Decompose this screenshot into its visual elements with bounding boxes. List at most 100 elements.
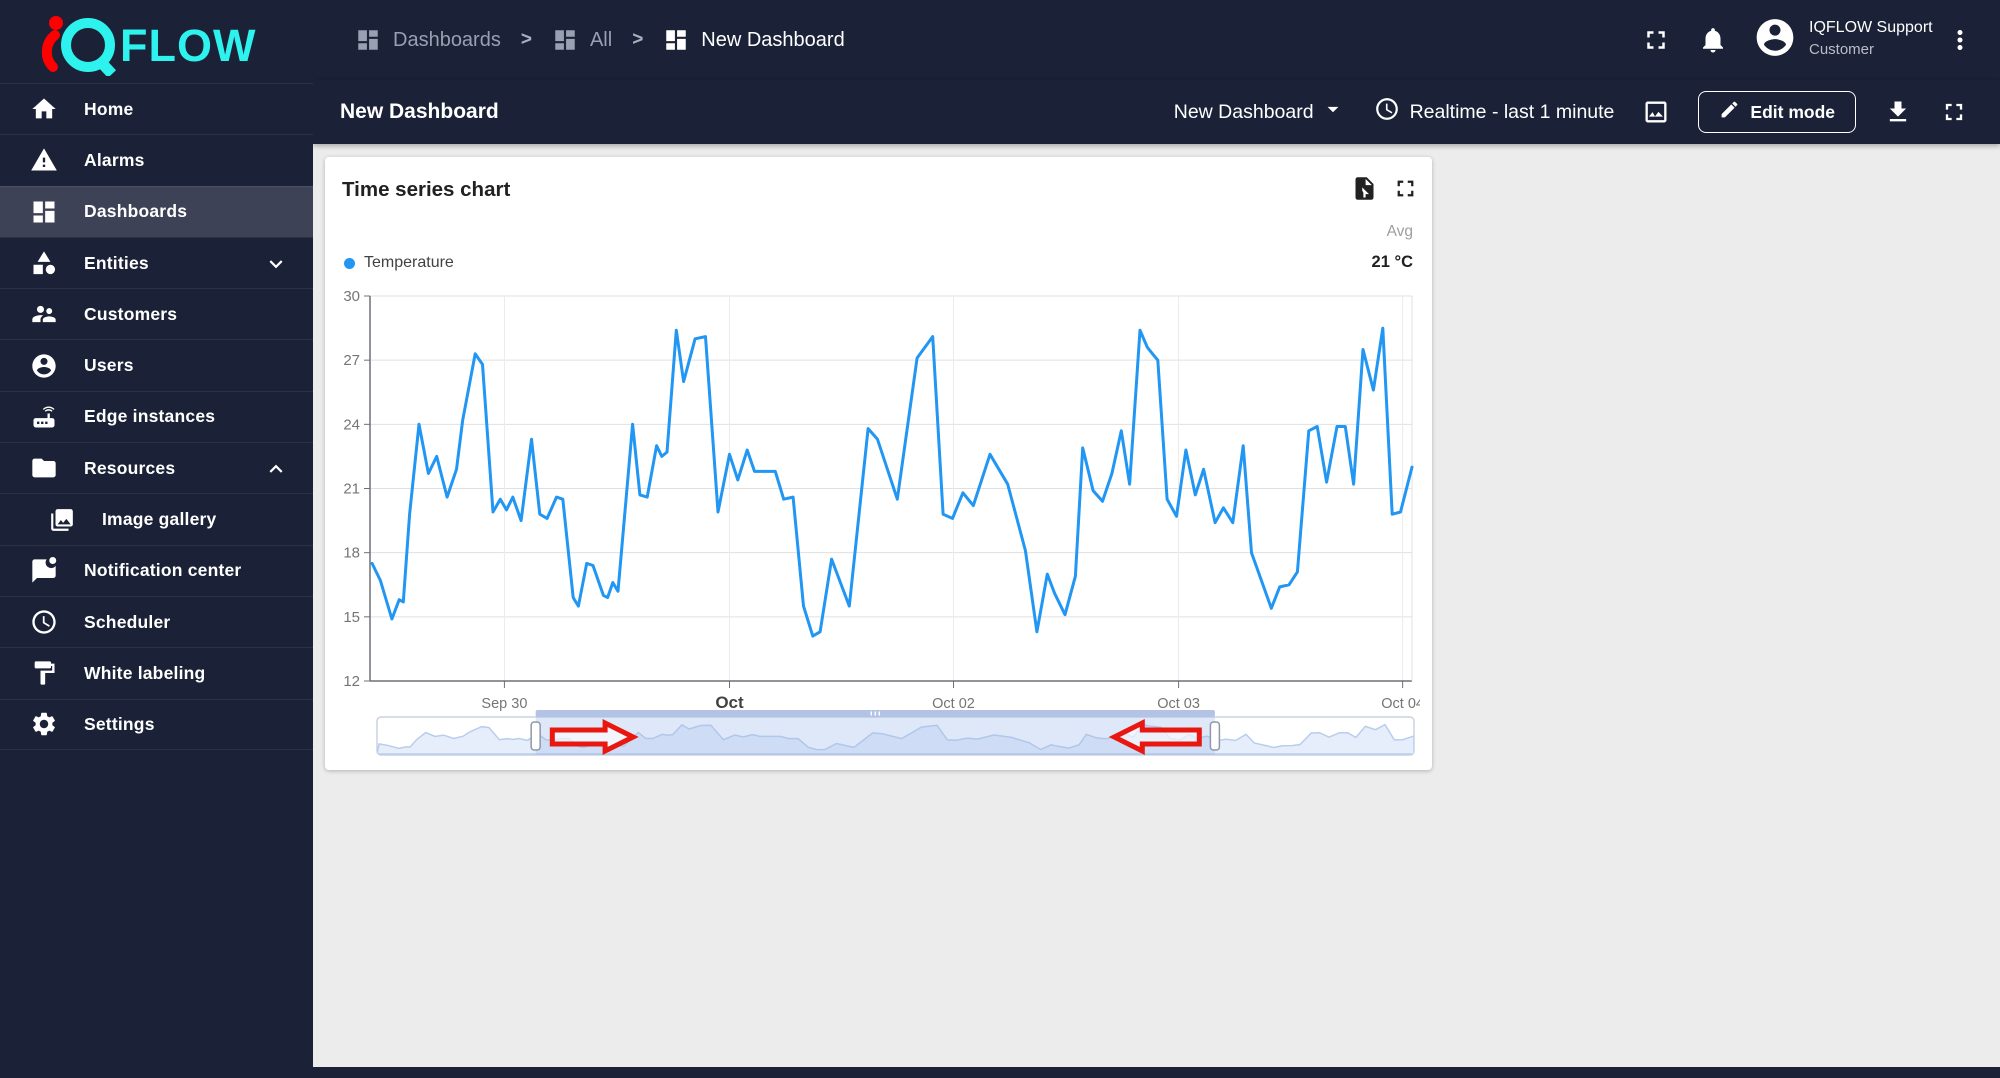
user-info[interactable]: IQFLOW Support Customer bbox=[1809, 17, 1939, 60]
fullscreen-button[interactable] bbox=[1641, 25, 1671, 55]
fullscreen-icon[interactable] bbox=[1940, 98, 1968, 126]
sidebar-item-users[interactable]: Users bbox=[0, 339, 313, 390]
content-area: 12 15 18 21 24 27 30 Sep 30 Oct Oct 02 Oct 03 Oct 0… bbox=[313, 144, 2000, 1078]
x-axis-label: Oct 02 bbox=[932, 696, 975, 712]
pencil-icon bbox=[1722, 101, 1738, 118]
dashboards-icon bbox=[358, 30, 378, 50]
white-labeling-icon bbox=[34, 661, 55, 686]
y-axis-label: 18 bbox=[343, 545, 360, 562]
sidebar-item-white-labeling[interactable]: White labeling bbox=[0, 647, 313, 698]
dashboard-select[interactable]: New Dashboard bbox=[1174, 96, 1346, 128]
page-title: New Dashboard bbox=[340, 100, 499, 123]
dashboard-toolbar: New Dashboard New Dashboard Realtime - l… bbox=[313, 80, 2000, 144]
chevron-down-icon bbox=[269, 260, 283, 269]
timeseries-chart: 12 15 18 21 24 27 30 Sep 30 Oct Oct 02 Oct 03 Oct 0… bbox=[343, 288, 1420, 756]
breadcrumb-label: All bbox=[589, 28, 613, 51]
avatar[interactable] bbox=[1753, 16, 1797, 65]
users-icon bbox=[32, 353, 56, 378]
legend-agg-label: Avg bbox=[1386, 223, 1413, 240]
legend-agg-value: 21 °C bbox=[1371, 253, 1413, 271]
breadcrumb-item-new-dashboard[interactable]: New Dashboard bbox=[663, 27, 845, 53]
alarms-icon bbox=[31, 148, 57, 171]
sidebar-nav: Home Alarms Dashboards Entities Customers Use… bbox=[0, 83, 313, 750]
minimap-left-handle[interactable] bbox=[530, 721, 541, 751]
breadcrumb-label: New Dashboard bbox=[701, 28, 845, 51]
y-axis-label: 21 bbox=[343, 481, 360, 498]
minimap-right-handle[interactable] bbox=[1209, 721, 1221, 751]
export-file-icon bbox=[1355, 177, 1374, 200]
legend-dot bbox=[344, 257, 355, 269]
dashboards-icon bbox=[666, 30, 687, 50]
logo-i-dot bbox=[49, 16, 63, 30]
legend-series-label: Temperature bbox=[364, 254, 454, 271]
customers-icon bbox=[32, 306, 56, 323]
y-axis-label: 15 bbox=[343, 609, 360, 626]
sidebar-item-home[interactable]: Home bbox=[0, 83, 313, 134]
legend-item-temperature[interactable]: Temperature bbox=[344, 254, 454, 272]
sidebar-item-edge-instances[interactable]: Edge instances bbox=[0, 390, 313, 442]
edge-instances-icon bbox=[33, 406, 55, 428]
x-axis-label: Oct 03 bbox=[1157, 696, 1200, 712]
breadcrumb: Dashboards > All > New Dashboard bbox=[355, 0, 845, 80]
widget-title: Time series chart bbox=[342, 178, 511, 201]
logo-text: FLOW bbox=[120, 20, 256, 71]
caret-down-icon bbox=[1327, 106, 1338, 113]
sidebar-item-label: Alarms bbox=[84, 149, 145, 170]
user-name: IQFLOW Support bbox=[1809, 19, 1933, 36]
scheduler-icon bbox=[32, 610, 56, 634]
scheduler-icon bbox=[1375, 98, 1398, 120]
logo-i-stroke bbox=[41, 30, 60, 72]
clock-icon bbox=[1374, 96, 1400, 128]
x-axis-label: Sep 30 bbox=[481, 696, 527, 712]
download-icon bbox=[1889, 101, 1907, 122]
sidebar-item-label: Notification center bbox=[84, 560, 242, 581]
bell-icon bbox=[1703, 28, 1723, 53]
notifications-bell-button[interactable] bbox=[1698, 25, 1728, 55]
entities-icon bbox=[33, 251, 56, 275]
widget-export-icon[interactable] bbox=[1351, 175, 1378, 202]
x-axis-label: Oct bbox=[715, 693, 744, 712]
sidebar-item-alarms[interactable]: Alarms bbox=[0, 134, 313, 185]
breadcrumb-separator: > bbox=[520, 29, 532, 50]
sidebar-item-resources[interactable]: Resources bbox=[0, 442, 313, 493]
timewindow-button[interactable]: Realtime - last 1 minute bbox=[1374, 96, 1614, 128]
x-axis-label: Oct 04 bbox=[1381, 696, 1420, 712]
sidebar-item-label: Edge instances bbox=[84, 406, 216, 427]
sidebar-item-label: Dashboards bbox=[84, 201, 188, 222]
sidebar-item-customers[interactable]: Customers bbox=[0, 288, 313, 339]
image-gallery-icon bbox=[51, 508, 73, 531]
sidebar: FLOW Home Alarms Dashboards Entities Custome… bbox=[0, 0, 313, 1078]
image-icon bbox=[1645, 101, 1667, 123]
sidebar-item-image-gallery[interactable]: Image gallery bbox=[0, 493, 313, 544]
download-icon[interactable] bbox=[1884, 98, 1912, 126]
dashboard-image-button[interactable] bbox=[1642, 98, 1670, 126]
logo-q-tail bbox=[93, 55, 117, 76]
sidebar-item-settings[interactable]: Settings bbox=[0, 698, 313, 750]
sidebar-item-scheduler[interactable]: Scheduler bbox=[0, 595, 313, 647]
timeseries-widget-card: 12 15 18 21 24 27 30 Sep 30 Oct Oct 02 Oct 03 Oct 0… bbox=[325, 157, 1432, 770]
widget-fullscreen-icon[interactable] bbox=[1392, 175, 1419, 202]
sidebar-item-notification-center[interactable]: Notification center bbox=[0, 544, 313, 596]
sidebar-item-entities[interactable]: Entities bbox=[0, 236, 313, 288]
breadcrumb-item-all[interactable]: All bbox=[552, 27, 612, 53]
y-axis-label: 27 bbox=[343, 352, 360, 369]
chevron-down-icon bbox=[263, 251, 289, 282]
temperature-line-series bbox=[370, 326, 1414, 638]
sidebar-item-label: Image gallery bbox=[102, 509, 217, 530]
fullscreen-icon bbox=[1945, 103, 1963, 121]
y-axis-label: 12 bbox=[343, 673, 360, 690]
chevron-up-icon bbox=[269, 464, 283, 473]
pencil-icon bbox=[1719, 99, 1740, 125]
fullscreen-icon bbox=[1647, 31, 1665, 49]
dashboards-icon bbox=[555, 30, 575, 50]
sidebar-item-label: Entities bbox=[84, 252, 149, 273]
sidebar-item-dashboards[interactable]: Dashboards bbox=[0, 185, 313, 237]
breadcrumb-item-dashboards[interactable]: Dashboards bbox=[355, 27, 501, 53]
chevron-up-icon bbox=[263, 456, 289, 487]
y-axis-label: 30 bbox=[343, 288, 360, 305]
sidebar-item-label: Customers bbox=[84, 303, 178, 324]
topbar: Dashboards > All > New Dashboard IQFLOW Supp… bbox=[313, 0, 2000, 80]
more-menu-button[interactable] bbox=[1945, 25, 1975, 55]
edit-mode-button[interactable]: Edit mode bbox=[1698, 91, 1856, 133]
iqflow-logo[interactable]: FLOW bbox=[38, 6, 288, 76]
